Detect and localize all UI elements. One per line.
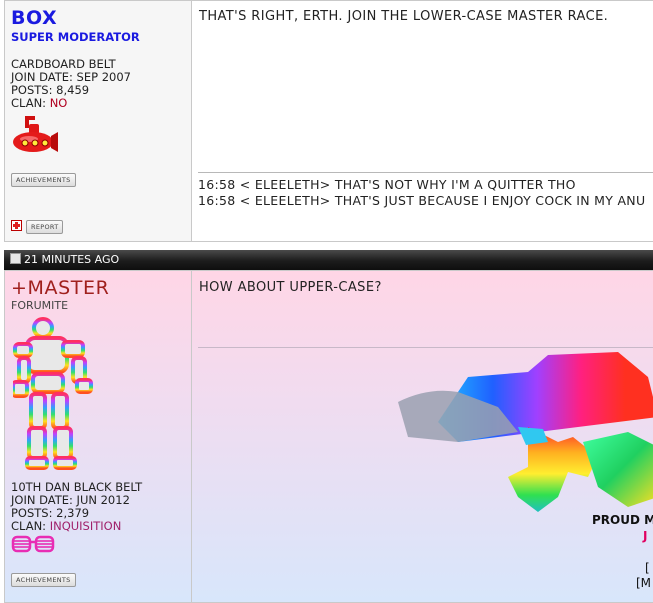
user-info-panel: BOX SUPER MODERATOR CARDBOARD BELT JOIN … xyxy=(5,1,192,241)
posts-label: POSTS: xyxy=(11,506,53,520)
clan-row: CLAN: INQUISITION xyxy=(11,520,185,533)
achievements-button[interactable]: ACHIEVEMENTS xyxy=(11,173,76,187)
post-content: THAT'S RIGHT, ERTH. JOIN THE LOWER-CASE … xyxy=(192,1,653,241)
username-link[interactable]: BOX xyxy=(11,7,185,29)
chat-line: 16:58 < ELEELETH> THAT'S JUST BECAUSE I … xyxy=(198,193,646,208)
report-button[interactable]: REPORT xyxy=(26,220,64,234)
clan-label: CLAN: xyxy=(11,519,47,533)
post-date-bar: 21 MINUTES AGO xyxy=(4,250,653,270)
clan-row: CLAN: NO xyxy=(11,97,185,110)
signature-divider xyxy=(198,172,653,173)
user-stats: CARDBOARD BELT JOIN DATE: SEP 2007 POSTS… xyxy=(11,58,185,110)
chat-line: 16:58 < ELEELETH> THAT'S NOT WHY I'M A Q… xyxy=(198,177,576,192)
join-date-value: JUN 2012 xyxy=(76,493,130,507)
posts-label: POSTS: xyxy=(11,83,53,97)
join-date-label: JOIN DATE: xyxy=(11,493,73,507)
user-title: SUPER MODERATOR xyxy=(11,30,140,44)
rainbow-robot-avatar xyxy=(11,316,185,481)
signature-bracket-1: [ xyxy=(645,561,650,575)
signature-chat-log: 16:58 < ELEELETH> THAT'S NOT WHY I'M A Q… xyxy=(198,177,645,209)
post-checkbox-icon[interactable] xyxy=(10,253,21,264)
report-area: REPORT xyxy=(11,218,64,234)
signature-j-text: J xyxy=(643,529,648,543)
clan-value[interactable]: INQUISITION xyxy=(50,519,122,533)
user-title: FORUMITE xyxy=(11,299,69,312)
post-master: +MASTER FORUMITE 10TH DAN BLACK BELT JOI… xyxy=(4,270,653,603)
join-date-value: SEP 2007 xyxy=(76,70,131,84)
username-link[interactable]: +MASTER xyxy=(11,277,185,299)
clan-value[interactable]: NO xyxy=(50,96,68,110)
rainbow-shape-image xyxy=(398,347,653,520)
user-stats: 10TH DAN BLACK BELT JOIN DATE: JUN 2012 … xyxy=(11,481,185,533)
signature-bracket-2: [M xyxy=(636,576,652,590)
reputation-plus-icon[interactable] xyxy=(11,220,22,231)
clan-label: CLAN: xyxy=(11,96,47,110)
join-date-label: JOIN DATE: xyxy=(11,70,73,84)
post-box: BOX SUPER MODERATOR CARDBOARD BELT JOIN … xyxy=(4,0,653,242)
shutter-shades-icon xyxy=(11,534,185,557)
post-message: THAT'S RIGHT, ERTH. JOIN THE LOWER-CASE … xyxy=(199,9,609,24)
posts-value: 8,459 xyxy=(56,83,90,97)
submarine-icon xyxy=(11,114,185,161)
achievements-button[interactable]: ACHIEVEMENTS xyxy=(11,573,76,587)
signature-bold-text: PROUD M xyxy=(592,513,653,527)
user-info-panel: +MASTER FORUMITE 10TH DAN BLACK BELT JOI… xyxy=(5,271,192,602)
posts-value: 2,379 xyxy=(56,506,90,520)
post-date: 21 MINUTES AGO xyxy=(24,253,120,266)
post-content: HOW ABOUT UPPER-CASE? PROUD M J [[M xyxy=(192,271,653,602)
post-message: HOW ABOUT UPPER-CASE? xyxy=(199,280,382,295)
